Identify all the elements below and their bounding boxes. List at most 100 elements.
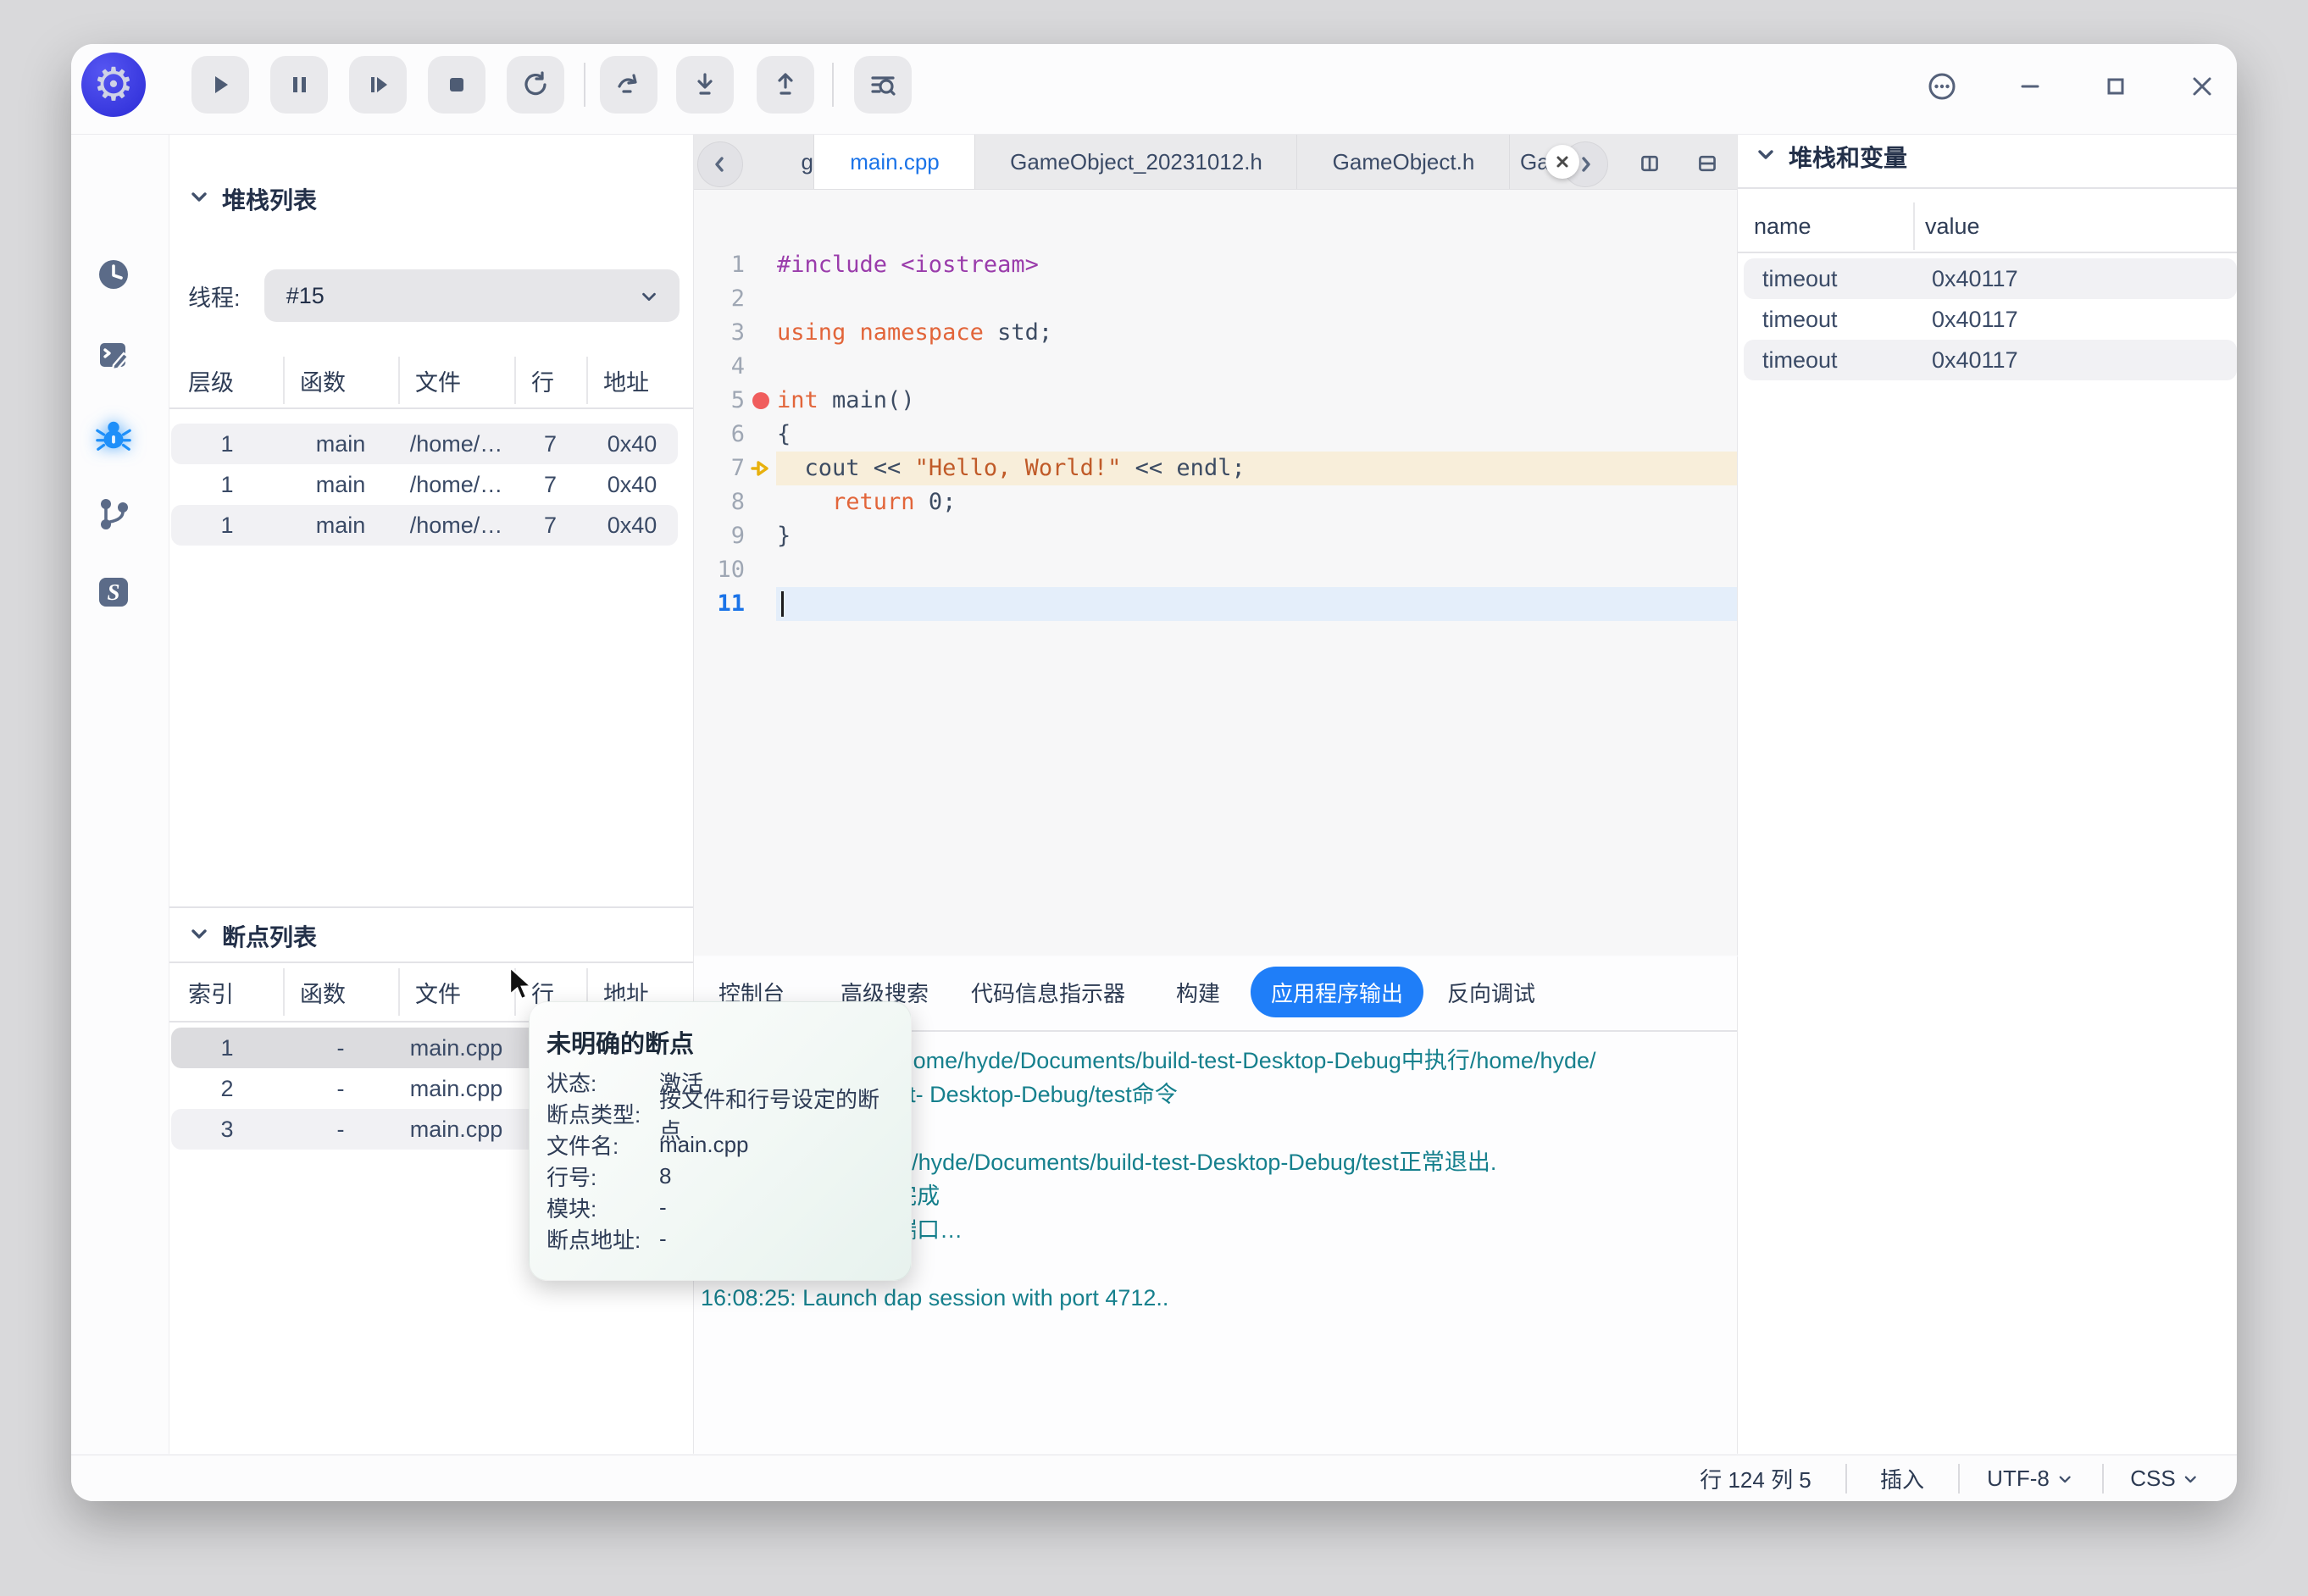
tab-close-button[interactable] bbox=[1545, 145, 1579, 179]
tooltip-field-label: 模块: bbox=[546, 1192, 659, 1223]
statusbar-language-dropdown[interactable]: CSS bbox=[2125, 1455, 2204, 1501]
code-line-5[interactable]: 5int main() bbox=[694, 384, 1737, 418]
code-area[interactable]: 1#include <iostream>23using namespace st… bbox=[694, 189, 1737, 956]
more-options-button[interactable] bbox=[1923, 68, 1961, 105]
history-clock-icon[interactable] bbox=[95, 256, 132, 293]
terminal-edit-icon[interactable] bbox=[95, 336, 132, 374]
stack-cell-2: /home/… bbox=[398, 472, 514, 498]
stack-col-1: 函数 bbox=[283, 357, 398, 404]
stack-row[interactable]: 1main/home/…70x40 bbox=[171, 424, 678, 464]
breakpoint-cell-0: 1 bbox=[171, 1035, 283, 1061]
stack-cell-0: 1 bbox=[171, 472, 283, 498]
text-caret bbox=[781, 591, 784, 617]
output-tab-4[interactable]: 构建 bbox=[1156, 967, 1240, 1017]
stack-col-4: 地址 bbox=[586, 357, 678, 404]
tooltip-field-label: 状态: bbox=[546, 1067, 659, 1098]
toolbar-separator bbox=[832, 63, 834, 107]
tooltip-field-label: 断点地址: bbox=[546, 1223, 659, 1255]
execution-arrow-icon[interactable] bbox=[748, 452, 774, 485]
stack-row[interactable]: 1main/home/…70x40 bbox=[171, 464, 678, 505]
code-line-10[interactable]: 10 bbox=[694, 553, 1737, 587]
output-tab-5[interactable]: 应用程序输出 bbox=[1251, 967, 1423, 1017]
stack-cell-1: main bbox=[283, 431, 398, 457]
step-run-button[interactable] bbox=[349, 56, 407, 114]
restart-button[interactable] bbox=[507, 56, 564, 114]
tooltip-fields: 状态:激活断点类型:按文件和行号设定的断点文件名:main.cpp行号:8模块:… bbox=[546, 1067, 899, 1255]
line-number: 5 bbox=[694, 384, 745, 418]
maximize-button[interactable] bbox=[2097, 68, 2134, 105]
statusbar-cursor-position[interactable]: 行 124 列 5 bbox=[1695, 1455, 1817, 1501]
stack-row[interactable]: 1main/home/…70x40 bbox=[171, 505, 678, 546]
output-tab-6[interactable]: 反向调试 bbox=[1427, 967, 1556, 1017]
breakpoint-cell-1: - bbox=[283, 1076, 398, 1102]
stop-button[interactable] bbox=[428, 56, 485, 114]
breakpoint-cell-2: main.cpp bbox=[398, 1076, 514, 1102]
editor-tab-gameobject-20231012[interactable]: GameObject_20231012.h bbox=[974, 135, 1297, 189]
stack-cell-2: /home/… bbox=[398, 431, 514, 457]
stack-col-2: 文件 bbox=[398, 357, 514, 404]
code-line-6[interactable]: 6{ bbox=[694, 418, 1737, 452]
chevron-down-icon bbox=[188, 186, 210, 213]
step-out-icon bbox=[770, 69, 801, 100]
variables-section-header[interactable]: 堆栈和变量 bbox=[1755, 140, 1907, 174]
split-horizontal-button[interactable] bbox=[1690, 147, 1724, 180]
stack-cell-4: 0x40 bbox=[586, 431, 678, 457]
tabs-scroll-left-button[interactable] bbox=[697, 141, 743, 187]
debug-bug-icon[interactable] bbox=[95, 417, 132, 454]
pause-icon bbox=[285, 70, 313, 99]
editor-tab-main-cpp[interactable]: main.cpp bbox=[813, 135, 1001, 189]
code-line-9[interactable]: 9} bbox=[694, 519, 1737, 553]
line-number: 8 bbox=[694, 485, 745, 519]
statusbar-insert-mode[interactable]: 插入 bbox=[1875, 1455, 1929, 1501]
variable-row[interactable]: timeout0x40117 bbox=[1744, 340, 2237, 380]
breakpoint-dot-icon[interactable] bbox=[748, 384, 774, 418]
step-into-button[interactable] bbox=[676, 56, 734, 114]
git-branch-icon[interactable] bbox=[95, 496, 132, 533]
split-vertical-button[interactable] bbox=[1633, 147, 1667, 180]
code-token: #include <iostream> bbox=[777, 252, 1039, 278]
step-out-button[interactable] bbox=[757, 56, 814, 114]
breakpoint-cell-2: main.cpp bbox=[398, 1117, 514, 1143]
variable-row[interactable]: timeout0x40117 bbox=[1744, 258, 2237, 299]
breakpoints-section-header[interactable]: 断点列表 bbox=[188, 919, 317, 953]
tooltip-field: 断点地址:- bbox=[546, 1223, 899, 1255]
code-line-1[interactable]: 1#include <iostream> bbox=[694, 248, 1737, 282]
thread-dropdown[interactable]: #15 bbox=[264, 269, 680, 322]
search-filter-button[interactable] bbox=[854, 56, 912, 114]
s-logo-icon[interactable]: S bbox=[95, 574, 132, 611]
code-text: return 0; bbox=[777, 485, 956, 519]
chevron-down-icon bbox=[2056, 1471, 2073, 1488]
minimize-button[interactable] bbox=[2011, 68, 2049, 105]
toolbar-separator bbox=[584, 63, 585, 107]
close-button[interactable] bbox=[2183, 68, 2221, 105]
code-line-3[interactable]: 3using namespace std; bbox=[694, 316, 1737, 350]
editor-tabbar: g main.cpp GameObject_20231012.h GameObj… bbox=[694, 135, 1737, 190]
variable-value: 0x40117 bbox=[1913, 307, 2237, 333]
code-line-11[interactable]: 11 bbox=[694, 587, 1737, 621]
code-token: int bbox=[777, 387, 818, 413]
chevron-down-icon bbox=[2183, 1471, 2200, 1488]
divider bbox=[169, 906, 693, 908]
continue-button[interactable] bbox=[191, 56, 249, 114]
breakpoint-cell-0: 2 bbox=[171, 1076, 283, 1102]
variable-row[interactable]: timeout0x40117 bbox=[1744, 299, 2237, 340]
play-icon bbox=[206, 70, 235, 99]
stack-section-header[interactable]: 堆栈列表 bbox=[188, 182, 317, 216]
activity-rail: S bbox=[71, 135, 169, 1454]
pause-button[interactable] bbox=[270, 56, 328, 114]
tooltip-field-label: 文件名: bbox=[546, 1129, 659, 1161]
titlebar: ⚙ bbox=[71, 44, 2237, 135]
output-tab-3[interactable]: 代码信息指示器 bbox=[951, 967, 1146, 1017]
code-line-8[interactable]: 8 return 0; bbox=[694, 485, 1737, 519]
statusbar-encoding-dropdown[interactable]: UTF-8 bbox=[1982, 1455, 2078, 1501]
code-line-4[interactable]: 4 bbox=[694, 350, 1737, 384]
chevron-down-icon bbox=[188, 923, 210, 950]
code-line-7[interactable]: 7 cout << "Hello, World!" << endl; bbox=[694, 452, 1737, 485]
code-token: std; bbox=[984, 319, 1052, 346]
editor-tab-gameobject[interactable]: GameObject.h bbox=[1296, 135, 1510, 189]
svg-text:S: S bbox=[107, 579, 119, 605]
step-over-button[interactable] bbox=[600, 56, 657, 114]
tooltip-field-label: 断点类型: bbox=[546, 1098, 659, 1129]
divider bbox=[1738, 252, 2237, 253]
code-line-2[interactable]: 2 bbox=[694, 282, 1737, 316]
